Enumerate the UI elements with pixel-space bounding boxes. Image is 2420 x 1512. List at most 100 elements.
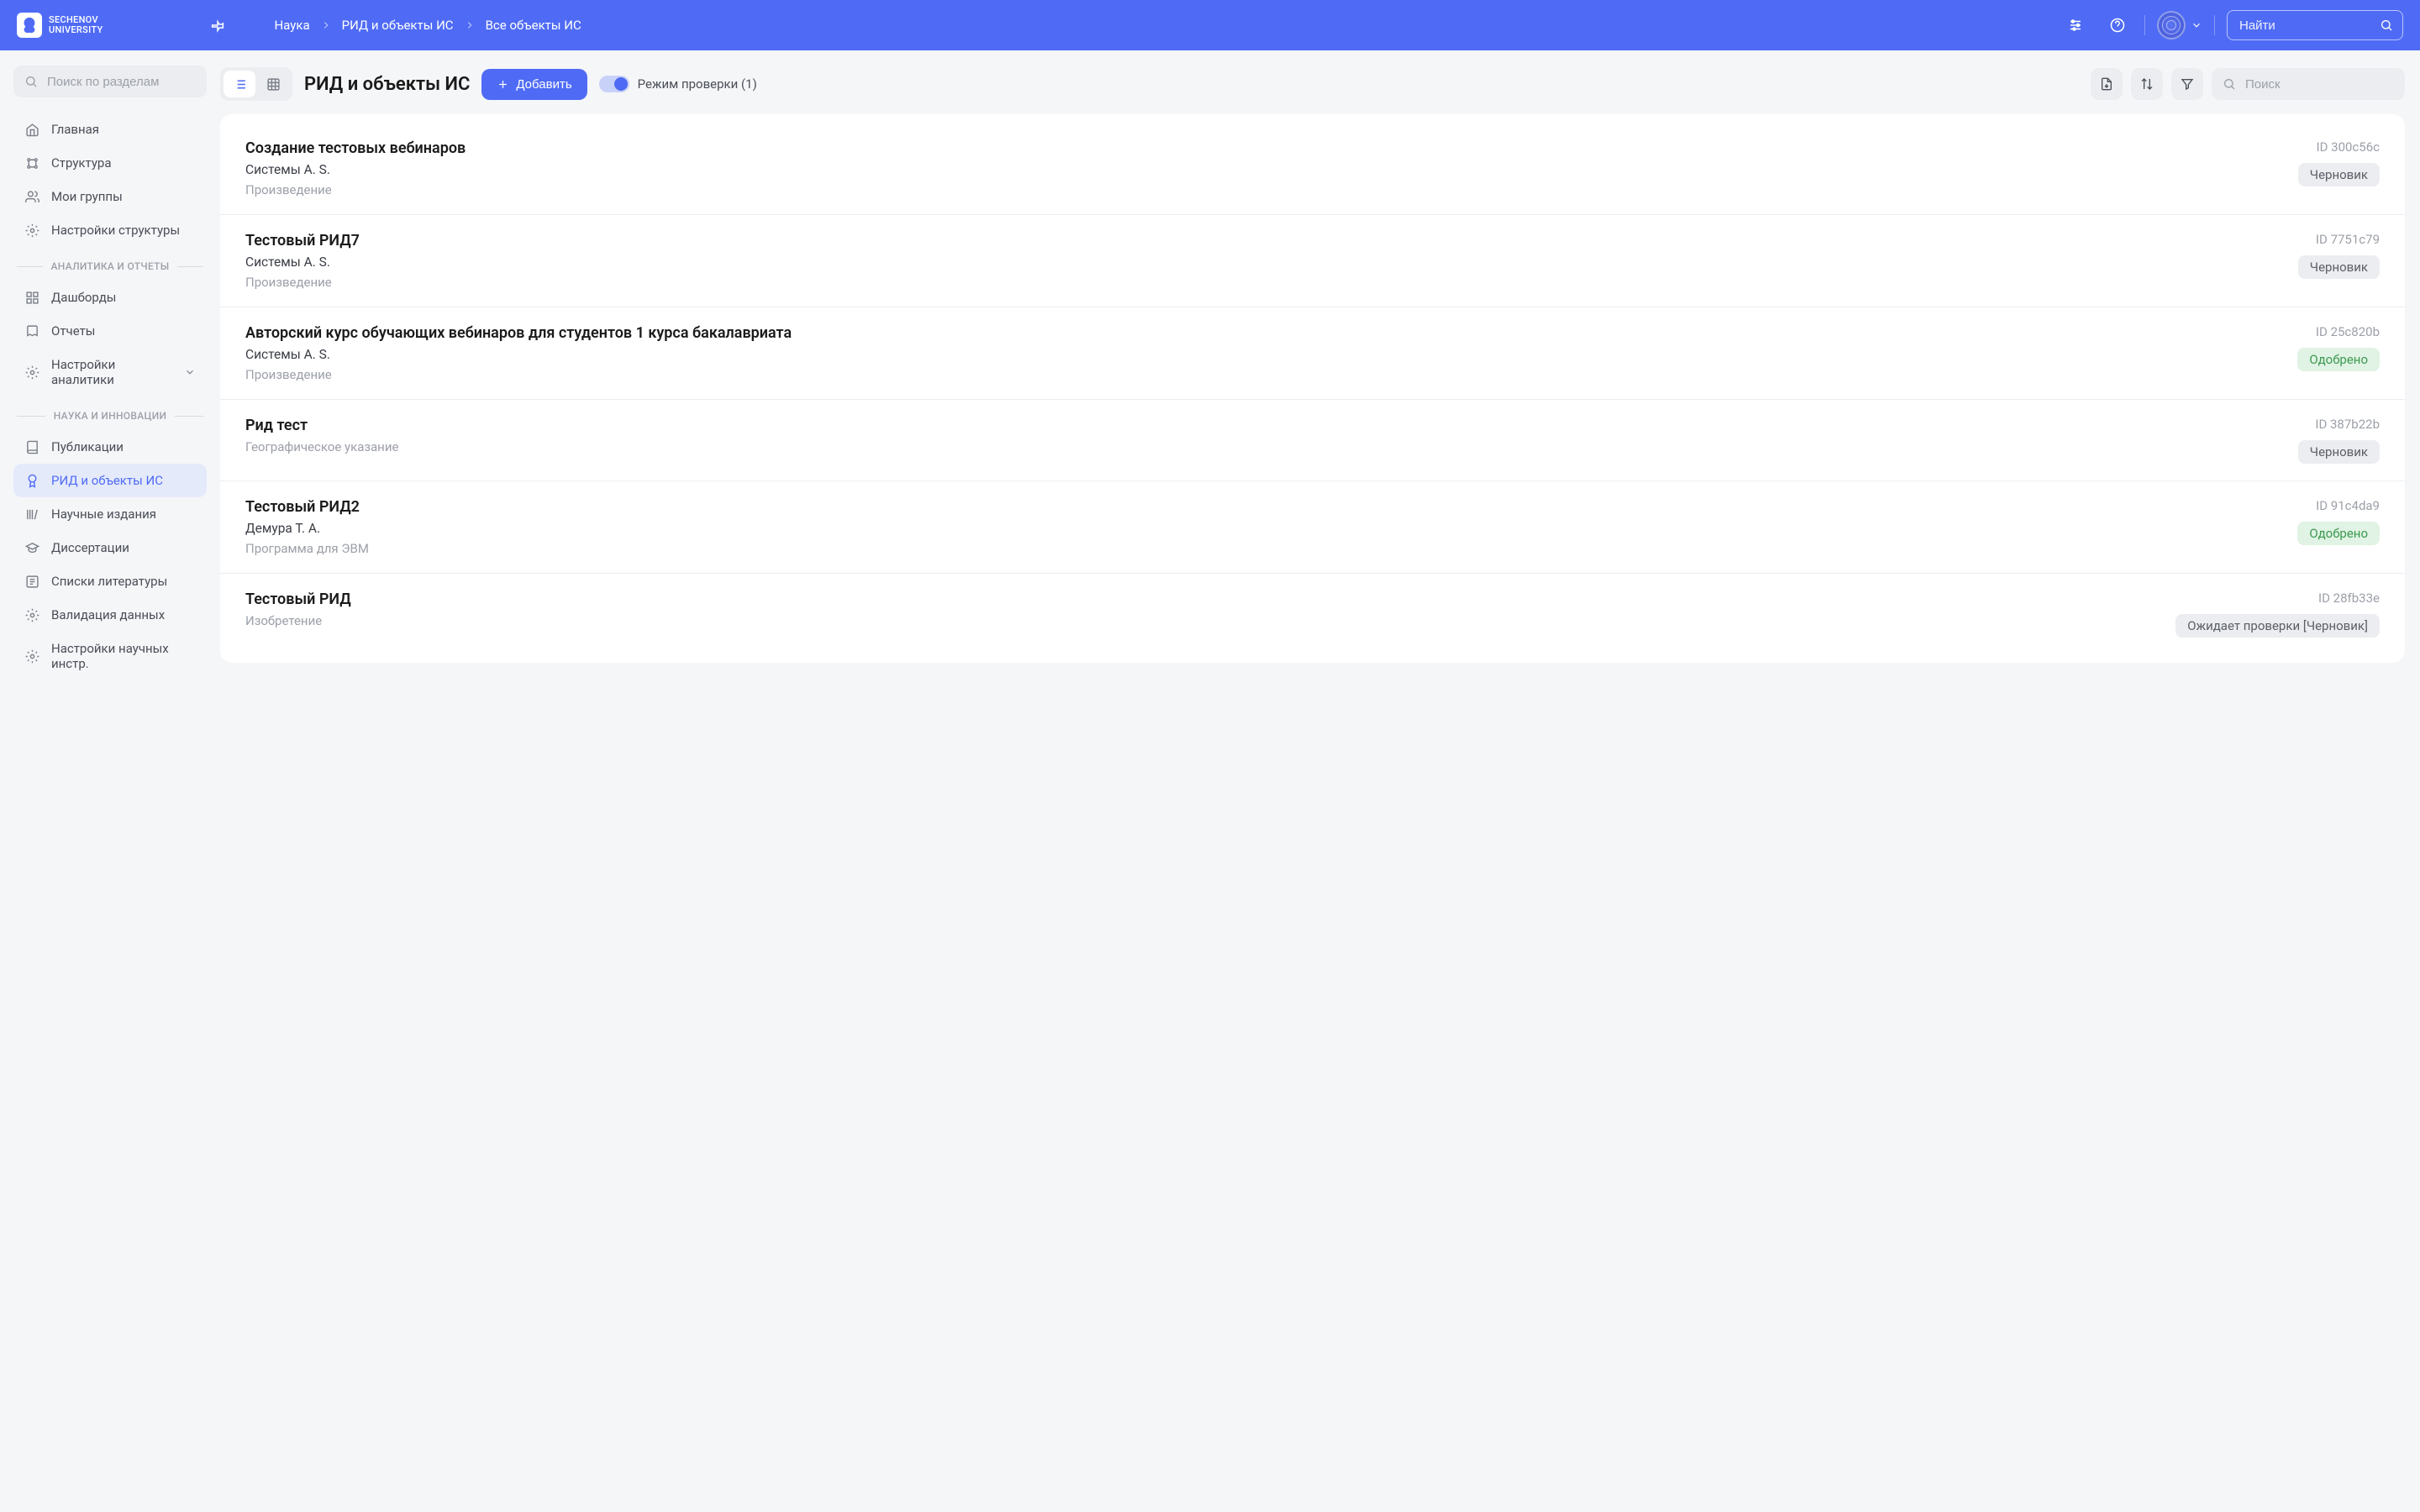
list-item[interactable]: Авторский курс обучающих вебинаров для с…	[220, 307, 2405, 400]
item-type: Произведение	[245, 275, 360, 290]
sidebar-item-rid[interactable]: РИД и объекты ИС	[13, 464, 207, 497]
sidebar-item-publications[interactable]: Публикации	[13, 430, 207, 464]
add-button-label: Добавить	[516, 77, 571, 92]
divider	[2214, 15, 2215, 35]
plus-icon	[497, 78, 509, 91]
breadcrumb-item[interactable]: Наука	[274, 18, 309, 33]
list-item[interactable]: Тестовый РИД2 Демура Т. А. Программа для Э…	[220, 481, 2405, 574]
dashboard-icon	[24, 290, 39, 305]
logo[interactable]: SECHENOV UNIVERSITY	[17, 13, 103, 38]
sidebar-item-label: Списки литературы	[51, 574, 167, 589]
sort-button[interactable]	[2131, 68, 2163, 100]
item-title: Тестовый РИД2	[245, 498, 369, 516]
sidebar-item-journals[interactable]: Научные издания	[13, 497, 207, 531]
report-icon	[24, 323, 39, 339]
help-button[interactable]	[2102, 10, 2133, 40]
sidebar-item-label: Настройки научных инстр.	[51, 641, 196, 671]
item-title: Тестовый РИД	[245, 591, 351, 608]
item-id: ID 387b22b	[2315, 417, 2380, 432]
status-badge: Ожидает проверки [Черновик]	[2175, 614, 2380, 638]
breadcrumb-item[interactable]: РИД и объекты ИС	[342, 18, 454, 33]
item-author: Системы A. S.	[245, 347, 792, 362]
add-button[interactable]: Добавить	[481, 69, 587, 100]
view-list-button[interactable]	[224, 71, 255, 97]
book-icon	[24, 439, 39, 454]
item-id: ID 28fb33e	[2318, 591, 2380, 606]
user-menu[interactable]	[2157, 11, 2202, 39]
item-title: Рид тест	[245, 417, 398, 434]
status-badge: Одобрено	[2297, 348, 2380, 371]
list-item[interactable]: Рид тестГеографическое указаниеID 387b22…	[220, 400, 2405, 481]
item-list: Создание тестовых вебинаровСистемы A. S.…	[220, 114, 2405, 663]
sidebar-item-dissertations[interactable]: Диссертации	[13, 531, 207, 564]
breadcrumb: Наука РИД и объекты ИС Все объекты ИС	[274, 18, 581, 33]
list-item[interactable]: Создание тестовых вебинаровСистемы A. S.…	[220, 123, 2405, 215]
sidebar-item-label: Диссертации	[51, 540, 129, 555]
gear-icon	[24, 648, 39, 664]
sidebar-item-label: Отчеты	[51, 323, 95, 339]
review-mode-label: Режим проверки (1)	[638, 76, 757, 92]
pin-button[interactable]	[203, 11, 232, 39]
sidebar-search-input[interactable]	[13, 66, 207, 97]
item-author: Демура Т. А.	[245, 521, 369, 536]
item-type: Изобретение	[245, 613, 351, 628]
gear-icon	[24, 365, 39, 380]
sidebar-item-structure[interactable]: Структура	[13, 146, 207, 180]
toolbar: РИД и объекты ИС Добавить Режим проверки…	[220, 67, 2405, 101]
list-item[interactable]: Тестовый РИД Изобретение ID 28fb33e Ожидает…	[220, 574, 2405, 654]
chevron-right-icon	[320, 19, 332, 31]
item-id: ID 300c56c	[2317, 139, 2381, 155]
books-icon	[24, 507, 39, 522]
sidebar-item-label: Настройки аналитики	[51, 357, 172, 387]
structure-icon	[24, 155, 39, 171]
sidebar-item-label: Мои группы	[51, 189, 123, 204]
status-badge: Черновик	[2298, 440, 2380, 464]
main-content: РИД и объекты ИС Добавить Режим проверки…	[220, 50, 2420, 1512]
item-type: Произведение	[245, 367, 792, 382]
chevron-down-icon	[2191, 19, 2202, 31]
award-icon	[24, 473, 39, 488]
home-icon	[24, 122, 39, 137]
sidebar-item-structure-settings[interactable]: Настройки структуры	[13, 213, 207, 247]
sidebar-item-label: Дашборды	[51, 290, 116, 305]
filter-button[interactable]	[2171, 68, 2203, 100]
sidebar: Главная Структура Мои группы Настройки с…	[0, 50, 220, 1512]
sidebar-item-analytics-settings[interactable]: Настройки аналитики	[13, 348, 207, 396]
list-search-input[interactable]	[2212, 68, 2405, 100]
sidebar-item-label: Научные издания	[51, 507, 156, 522]
list-icon	[24, 574, 39, 589]
sidebar-section-science: НАУКА И ИННОВАЦИИ	[13, 396, 207, 430]
item-id: ID 25c820b	[2316, 324, 2380, 339]
global-search-input[interactable]	[2227, 10, 2403, 40]
item-type: Программа для ЭВМ	[245, 541, 369, 556]
sidebar-item-label: Главная	[51, 122, 99, 137]
view-table-button[interactable]	[257, 71, 289, 97]
sidebar-item-home[interactable]: Главная	[13, 113, 207, 146]
list-item[interactable]: Тестовый РИД7Системы A. S.ПроизведениеID…	[220, 215, 2405, 307]
sidebar-item-label: Публикации	[51, 439, 124, 454]
sidebar-item-references[interactable]: Списки литературы	[13, 564, 207, 598]
status-badge: Одобрено	[2297, 522, 2380, 545]
divider	[2144, 15, 2145, 35]
sidebar-section-analytics: АНАЛИТИКА И ОТЧЕТЫ	[13, 247, 207, 281]
search-icon	[2223, 77, 2236, 91]
gear-icon	[24, 607, 39, 622]
export-button[interactable]	[2091, 68, 2123, 100]
settings-sliders-button[interactable]	[2060, 10, 2091, 40]
item-id: ID 91c4da9	[2316, 498, 2380, 513]
sidebar-item-validation[interactable]: Валидация данных	[13, 598, 207, 632]
status-badge: Черновик	[2298, 163, 2380, 186]
sidebar-item-science-settings[interactable]: Настройки научных инстр.	[13, 632, 207, 680]
item-type: Произведение	[245, 182, 466, 197]
breadcrumb-item[interactable]: Все объекты ИС	[486, 18, 581, 33]
sidebar-item-groups[interactable]: Мои группы	[13, 180, 207, 213]
logo-icon	[17, 13, 42, 38]
sidebar-item-dashboards[interactable]: Дашборды	[13, 281, 207, 314]
sidebar-item-label: Структура	[51, 155, 112, 171]
review-mode-toggle[interactable]	[599, 76, 629, 92]
page-title: РИД и объекты ИС	[304, 74, 470, 95]
item-author: Системы A. S.	[245, 255, 360, 270]
avatar	[2157, 11, 2186, 39]
header: SECHENOV UNIVERSITY Наука РИД и объекты …	[0, 0, 2420, 50]
sidebar-item-reports[interactable]: Отчеты	[13, 314, 207, 348]
